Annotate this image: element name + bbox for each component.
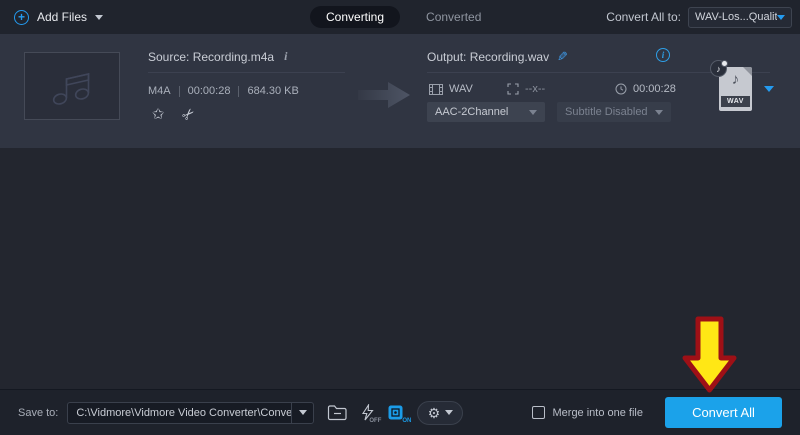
clock-icon xyxy=(615,83,627,95)
edit-tools: ✩ ✂ xyxy=(149,106,198,124)
chevron-down-icon xyxy=(777,15,785,20)
hardware-accel-off-button[interactable]: OFF xyxy=(361,404,374,421)
audio-thumbnail xyxy=(24,52,120,120)
chevron-down-icon xyxy=(445,410,453,415)
output-info-icon[interactable]: i xyxy=(656,48,670,62)
save-path-value: C:\Vidmore\Vidmore Video Converter\Conve… xyxy=(68,407,291,419)
rename-pencil-icon[interactable]: ✎ xyxy=(557,49,568,65)
edit-effects-icon[interactable]: ✩ xyxy=(149,106,167,124)
divider xyxy=(148,72,345,73)
source-meta: M4A 00:00:28 684.30 KB xyxy=(148,85,299,97)
save-path-dropdown-button[interactable] xyxy=(291,403,313,423)
settings-button[interactable]: ⚙ xyxy=(417,401,463,425)
file-list-empty-area xyxy=(0,148,800,389)
gpu-accel-on-button[interactable]: ON xyxy=(387,404,404,421)
output-format: WAV xyxy=(449,83,473,95)
audio-track-value: AAC-2Channel xyxy=(435,106,529,118)
source-duration: 00:00:28 xyxy=(188,85,231,97)
on-label: ON xyxy=(402,418,411,424)
format-chevron-down-icon[interactable] xyxy=(764,86,774,92)
convert-all-to-dropdown[interactable]: WAV-Los...Quality xyxy=(688,7,792,28)
output-resolution: --x-- xyxy=(525,83,545,95)
chevron-down-icon xyxy=(95,15,103,20)
audio-track-dropdown[interactable]: AAC-2Channel xyxy=(427,102,545,122)
resolution-icon xyxy=(507,83,519,95)
output-file-title: Output: Recording.wav xyxy=(427,50,549,64)
top-toolbar: + Add Files Converting Converted Convert… xyxy=(0,0,800,34)
tab-converting[interactable]: Converting xyxy=(310,6,400,28)
chevron-down-icon xyxy=(655,110,663,115)
output-filetype-icon[interactable]: ♪ WAV ♪ xyxy=(719,67,752,111)
convert-all-button[interactable]: Convert All xyxy=(665,397,782,428)
source-size: 684.30 KB xyxy=(247,85,298,97)
merge-label: Merge into one file xyxy=(553,407,644,419)
format-settings-badge-icon: ♪ xyxy=(710,60,727,77)
convert-all-to-label: Convert All to: xyxy=(606,10,681,24)
view-tabs: Converting Converted xyxy=(310,0,487,34)
source-format: M4A xyxy=(148,85,171,97)
filetype-badge: WAV xyxy=(721,96,750,107)
gear-icon: ⚙ xyxy=(428,406,441,420)
save-to-label: Save to: xyxy=(18,407,58,419)
convert-all-to-value: WAV-Los...Quality xyxy=(695,11,777,23)
source-file-title: Source: Recording.m4a xyxy=(148,50,274,64)
convert-all-to-group: Convert All to: WAV-Los...Quality xyxy=(606,0,792,34)
music-note-icon xyxy=(49,65,95,107)
source-info-icon[interactable]: i xyxy=(284,49,287,64)
open-folder-button[interactable] xyxy=(327,404,348,421)
off-label: OFF xyxy=(369,418,381,424)
save-path-field[interactable]: C:\Vidmore\Vidmore Video Converter\Conve… xyxy=(67,402,314,424)
file-item-row: Source: Recording.m4a i M4A 00:00:28 684… xyxy=(0,34,800,148)
folder-icon xyxy=(327,404,348,421)
add-plus-icon: + xyxy=(14,10,29,25)
subtitle-value: Subtitle Disabled xyxy=(565,106,655,118)
add-files-button[interactable]: + Add Files xyxy=(14,0,103,34)
output-duration: 00:00:28 xyxy=(633,83,676,95)
chevron-down-icon xyxy=(299,410,307,415)
cut-scissors-icon[interactable]: ✂ xyxy=(180,106,198,124)
bottom-toolbar: Save to: C:\Vidmore\Vidmore Video Conver… xyxy=(0,389,800,435)
subtitle-dropdown[interactable]: Subtitle Disabled xyxy=(557,102,671,122)
chevron-down-icon xyxy=(529,110,537,115)
vidmore-converter-window: + Add Files Converting Converted Convert… xyxy=(0,0,800,435)
tab-converted[interactable]: Converted xyxy=(420,6,487,28)
film-icon xyxy=(429,84,443,95)
source-to-output-arrow-icon xyxy=(358,80,410,110)
add-files-label: Add Files xyxy=(37,10,87,24)
merge-checkbox[interactable] xyxy=(532,406,545,419)
